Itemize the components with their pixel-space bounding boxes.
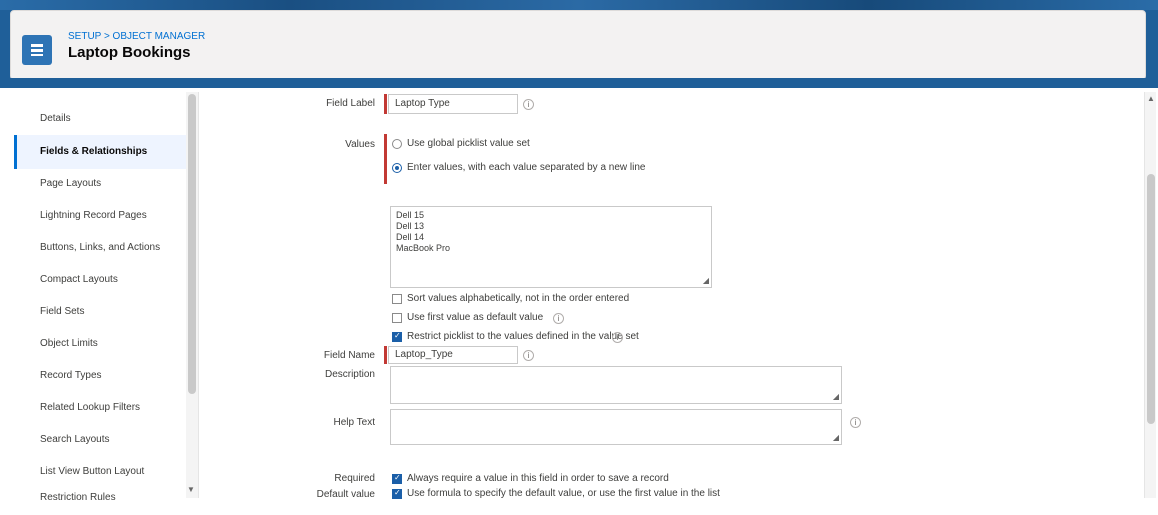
restrict-picklist-label: Restrict picklist to the values defined … — [407, 331, 639, 342]
values-label: Values — [345, 139, 375, 150]
value-entry: Dell 14 — [396, 232, 425, 242]
info-icon[interactable]: i — [523, 350, 534, 361]
resize-handle-icon[interactable]: ◢ — [833, 432, 839, 443]
sort-alphabetically-label: Sort values alphabetically, not in the o… — [407, 293, 630, 304]
info-icon[interactable]: i — [850, 417, 861, 428]
description-label: Description — [324, 369, 375, 380]
sidebar-item-field-sets[interactable]: Field Sets — [14, 295, 186, 329]
required-marker — [384, 134, 387, 184]
info-icon[interactable]: i — [612, 332, 623, 343]
required-marker — [384, 346, 387, 364]
banner-texture — [0, 0, 1158, 10]
sidebar-item-object-limits[interactable]: Object Limits — [14, 327, 186, 361]
value-entry: MacBook Pro — [396, 243, 451, 253]
sidebar-item-related-lookup-filters[interactable]: Related Lookup Filters — [14, 391, 186, 425]
radio-global-picklist[interactable] — [392, 139, 402, 149]
default-formula-label: Use formula to specify the default value… — [407, 488, 720, 499]
field-name-input[interactable]: Laptop_Type — [388, 346, 518, 364]
header-divider — [0, 78, 1158, 88]
first-value-default-checkbox[interactable] — [392, 313, 402, 323]
help-text-label: Help Text — [333, 417, 375, 428]
radio-enter-values[interactable] — [392, 163, 402, 173]
field-label-input[interactable]: Laptop Type — [388, 94, 518, 114]
restrict-picklist-checkbox[interactable] — [392, 331, 402, 342]
object-icon — [22, 35, 52, 65]
sidebar-item-fields-relationships[interactable]: Fields & Relationships — [14, 135, 186, 169]
value-entry: Dell 13 — [396, 221, 425, 231]
main-scrollbar[interactable]: ▲ — [1144, 92, 1156, 498]
resize-handle-icon[interactable]: ◢ — [703, 275, 709, 286]
sidebar-scrollbar[interactable]: ▼ — [186, 92, 198, 498]
sidebar-item-restriction-rules[interactable]: Restriction Rules — [14, 481, 186, 515]
sidebar-item-search-layouts[interactable]: Search Layouts — [14, 423, 186, 457]
sort-alphabetically-checkbox[interactable] — [392, 294, 402, 304]
field-name-label: Field Name — [323, 350, 375, 361]
sidebar-item-details[interactable]: Details — [14, 102, 186, 136]
option-enter-values-label: Enter values, with each value separated … — [407, 162, 646, 173]
info-icon[interactable]: i — [553, 313, 564, 324]
sidebar-item-compact-layouts[interactable]: Compact Layouts — [14, 263, 186, 297]
first-value-default-label: Use first value as default value — [407, 312, 544, 323]
sidebar-item-lightning-record-pages[interactable]: Lightning Record Pages — [14, 199, 186, 233]
scroll-up-icon[interactable]: ▲ — [1147, 94, 1155, 103]
values-textarea[interactable]: Dell 15 Dell 13 Dell 14 MacBook Pro ◢ — [390, 206, 712, 288]
layers-icon — [31, 44, 43, 56]
info-icon[interactable]: i — [523, 99, 534, 110]
option-global-picklist-label: Use global picklist value set — [407, 138, 530, 149]
help-text-textarea[interactable]: ◢ — [390, 409, 842, 445]
description-textarea[interactable]: ◢ — [390, 366, 842, 404]
sidebar-item-record-types[interactable]: Record Types — [14, 359, 186, 393]
sidebar-item-page-layouts[interactable]: Page Layouts — [14, 167, 186, 201]
value-entry: Dell 15 — [396, 210, 425, 220]
resize-handle-icon[interactable]: ◢ — [833, 391, 839, 402]
sidebar-item-buttons-links-actions[interactable]: Buttons, Links, and Actions — [14, 231, 186, 265]
sidebar-scroll-thumb[interactable] — [188, 94, 196, 394]
default-value-label: Default value — [316, 489, 375, 500]
page-title: Laptop Bookings — [68, 44, 191, 61]
sidebar: Details Fields & Relationships Page Layo… — [14, 92, 199, 503]
main-scroll-thumb[interactable] — [1147, 174, 1155, 424]
required-marker — [384, 94, 387, 114]
field-label-label: Field Label — [326, 98, 375, 109]
scroll-down-icon[interactable]: ▼ — [187, 485, 195, 494]
always-require-checkbox[interactable] — [392, 473, 402, 484]
always-require-label: Always require a value in this field in … — [407, 473, 669, 484]
required-label: Required — [334, 473, 375, 484]
breadcrumb[interactable]: SETUP > OBJECT MANAGER — [68, 31, 205, 42]
